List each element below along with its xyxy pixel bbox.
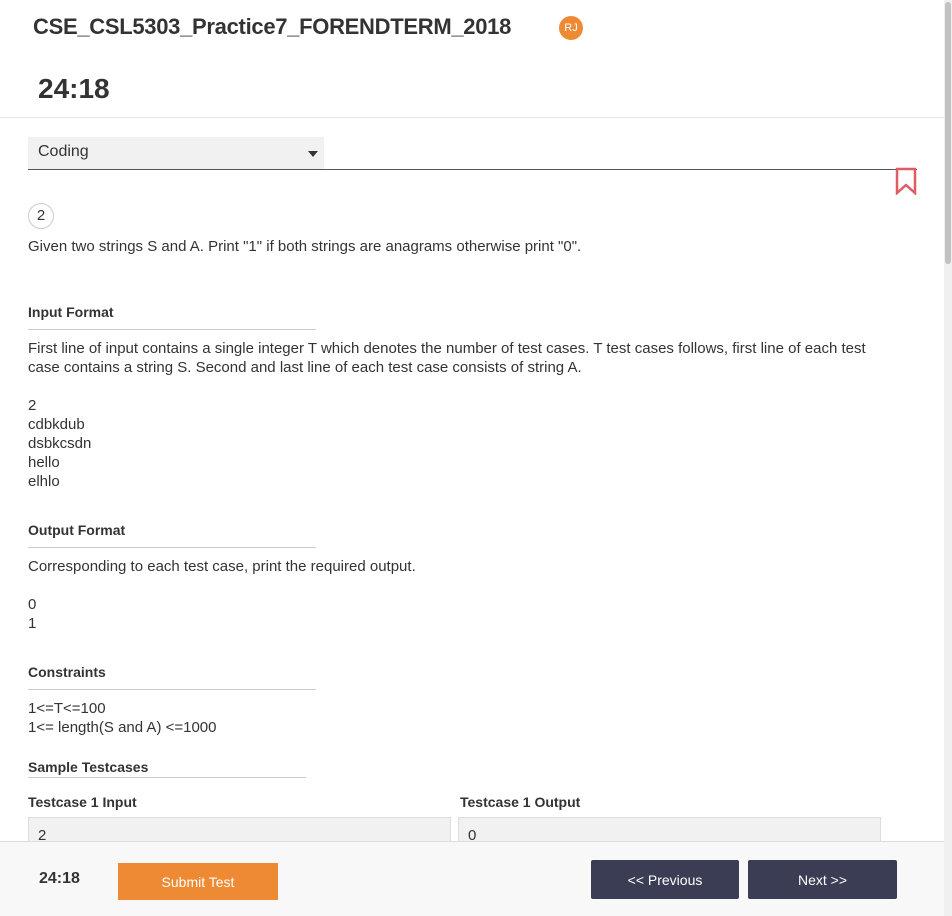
testcase-output-box: 0 bbox=[458, 817, 881, 841]
output-format-rule bbox=[28, 547, 316, 548]
constraint-line: 1<=T<=100 bbox=[28, 700, 106, 717]
previous-button[interactable]: << Previous bbox=[591, 860, 739, 899]
question-panel: Coding 2 Given two strings S and A. Prin… bbox=[0, 119, 944, 841]
question-text: Given two strings S and A. Print "1" if … bbox=[28, 238, 582, 255]
example-line: dsbkcsdn bbox=[28, 435, 92, 452]
next-button[interactable]: Next >> bbox=[748, 860, 897, 899]
input-format-example: 2 cdbkdub dsbkcsdn hello elhlo bbox=[28, 396, 868, 491]
example-line: cdbkdub bbox=[28, 416, 85, 433]
footer-bar: 24:18 Submit Test << Previous Next >> bbox=[0, 841, 944, 916]
example-line: 0 bbox=[28, 596, 37, 613]
output-format-example: 0 1 bbox=[28, 595, 868, 633]
testcase-output-label: Testcase 1 Output bbox=[460, 794, 581, 810]
header: CSE_CSL5303_Practice7_FORENDTERM_2018 RJ… bbox=[0, 0, 944, 118]
example-line: 2 bbox=[28, 397, 37, 414]
section-divider bbox=[28, 169, 917, 170]
footer-timer: 24:18 bbox=[39, 870, 80, 887]
constraints-rule bbox=[28, 689, 316, 690]
constraint-line: 1<= length(S and A) <=1000 bbox=[28, 719, 217, 736]
bookmark-icon[interactable] bbox=[895, 167, 917, 195]
example-line: hello bbox=[28, 454, 60, 471]
constraints-heading: Constraints bbox=[28, 664, 106, 680]
input-format-heading: Input Format bbox=[28, 304, 114, 320]
input-format-text: First line of input contains a single in… bbox=[28, 340, 866, 376]
constraints-lines: 1<=T<=100 1<= length(S and A) <=1000 bbox=[28, 699, 868, 737]
testcase-input-label: Testcase 1 Input bbox=[28, 794, 137, 810]
testcase-input-box: 2 bbox=[28, 817, 451, 841]
page-scrollbar[interactable] bbox=[944, 0, 952, 916]
scrollbar-thumb[interactable] bbox=[945, 2, 951, 264]
output-format-heading: Output Format bbox=[28, 522, 126, 538]
sample-testcases-heading: Sample Testcases bbox=[28, 759, 149, 775]
input-format-rule bbox=[28, 329, 316, 330]
submit-test-button[interactable]: Submit Test bbox=[118, 863, 278, 900]
sample-testcases-rule bbox=[28, 777, 306, 778]
example-line: 1 bbox=[28, 615, 37, 632]
example-line: elhlo bbox=[28, 473, 60, 490]
test-title: CSE_CSL5303_Practice7_FORENDTERM_2018 bbox=[33, 14, 512, 39]
output-format-text: Corresponding to each test case, print t… bbox=[28, 558, 416, 575]
section-select[interactable]: Coding bbox=[28, 137, 324, 169]
caret-down-icon bbox=[308, 151, 318, 157]
user-avatar[interactable]: RJ bbox=[559, 16, 583, 40]
question-number: 2 bbox=[28, 203, 54, 229]
section-select-value: Coding bbox=[38, 143, 89, 160]
header-timer: 24:18 bbox=[38, 73, 110, 104]
